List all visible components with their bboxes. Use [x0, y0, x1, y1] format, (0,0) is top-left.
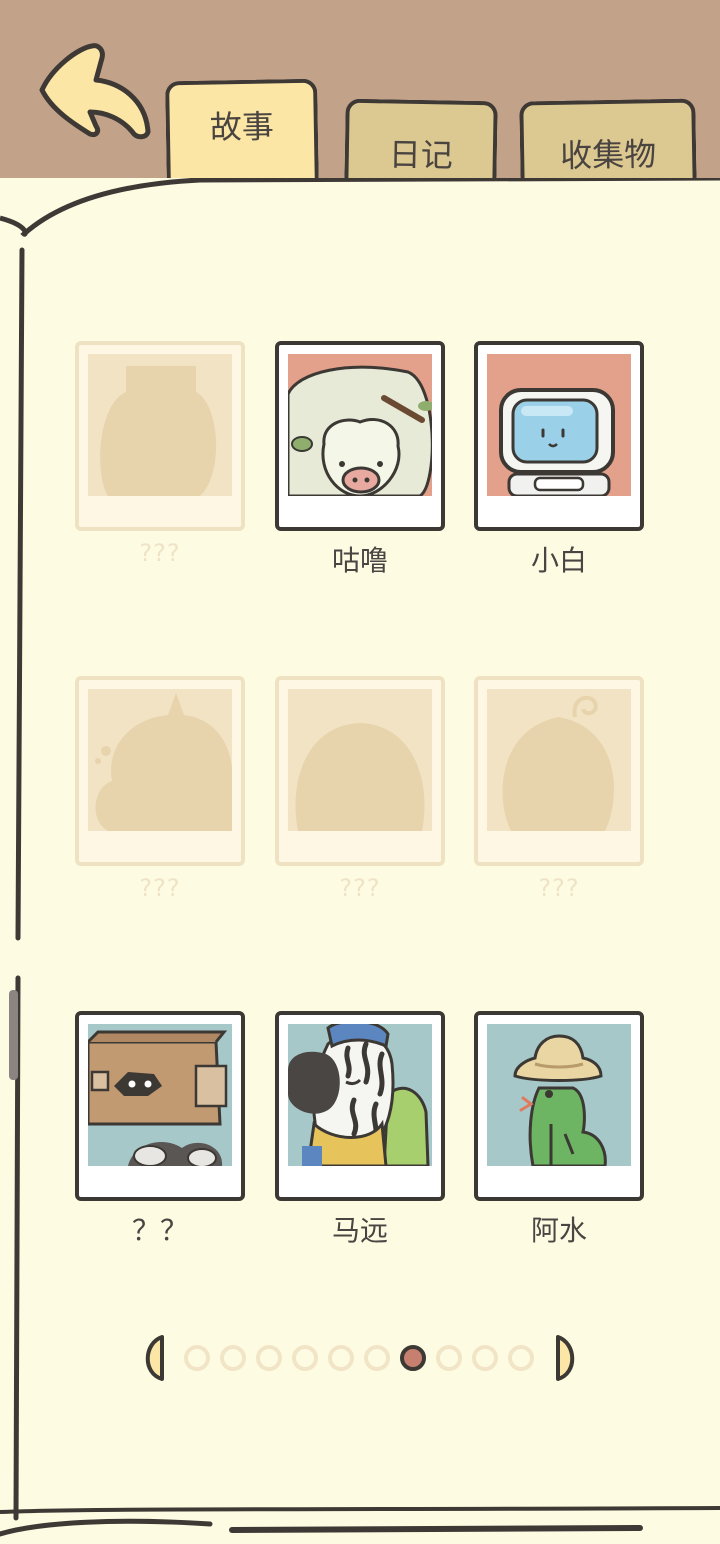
page-dot[interactable]: [472, 1345, 498, 1371]
silhouette-bear-icon: [88, 354, 232, 496]
character-name: ???: [339, 874, 381, 902]
pagination: [130, 1330, 590, 1386]
page-dot[interactable]: [364, 1345, 390, 1371]
page-dot[interactable]: [184, 1345, 210, 1371]
silhouette-bush-icon: [88, 689, 232, 831]
tab-story-label: 故事: [209, 107, 275, 147]
silhouette-sprout-icon: [487, 689, 631, 831]
back-arrow-icon[interactable]: [34, 38, 154, 148]
page-dot[interactable]: [328, 1345, 354, 1371]
sheep-pig-icon: [288, 354, 432, 496]
story-screen: 故事 日记 收集物 ??? 咕噜 小白????????? ？？ 马远 阿水: [0, 0, 720, 1544]
character-card[interactable]: [474, 1011, 644, 1201]
box-head-icon: [88, 1024, 232, 1166]
character-name: ？？: [131, 1214, 188, 1247]
page-dot[interactable]: [436, 1345, 462, 1371]
character-card[interactable]: [275, 1011, 445, 1201]
page-dot[interactable]: [292, 1345, 318, 1371]
character-name: ???: [538, 874, 580, 902]
robot-tv-icon: [487, 354, 631, 496]
tab-collectibles-label: 收集物: [559, 135, 657, 175]
character-card[interactable]: [275, 676, 445, 866]
character-card[interactable]: [275, 341, 445, 531]
character-card[interactable]: [75, 341, 245, 531]
character-name: 小白: [530, 544, 587, 577]
character-name: 阿水: [530, 1214, 587, 1247]
tab-story[interactable]: 故事: [165, 78, 319, 192]
character-card[interactable]: [75, 1011, 245, 1201]
character-name: 马远: [331, 1214, 388, 1247]
page-dot[interactable]: [256, 1345, 282, 1371]
zebra-icon: [288, 1024, 432, 1166]
next-page-icon[interactable]: [554, 1333, 584, 1383]
prev-page-icon[interactable]: [136, 1333, 166, 1383]
frog-hat-icon: [487, 1024, 631, 1166]
character-card[interactable]: [75, 676, 245, 866]
tab-diary-label: 日记: [388, 135, 454, 175]
character-name: ???: [139, 539, 181, 567]
character-card[interactable]: [474, 341, 644, 531]
character-card[interactable]: [474, 676, 644, 866]
silhouette-round-icon: [288, 689, 432, 831]
page-dot-current[interactable]: [400, 1345, 426, 1371]
page-dot[interactable]: [508, 1345, 534, 1371]
scrollbar[interactable]: [9, 990, 18, 1080]
character-name: 咕噜: [331, 544, 388, 577]
page-dot[interactable]: [220, 1345, 246, 1371]
character-name: ???: [139, 874, 181, 902]
